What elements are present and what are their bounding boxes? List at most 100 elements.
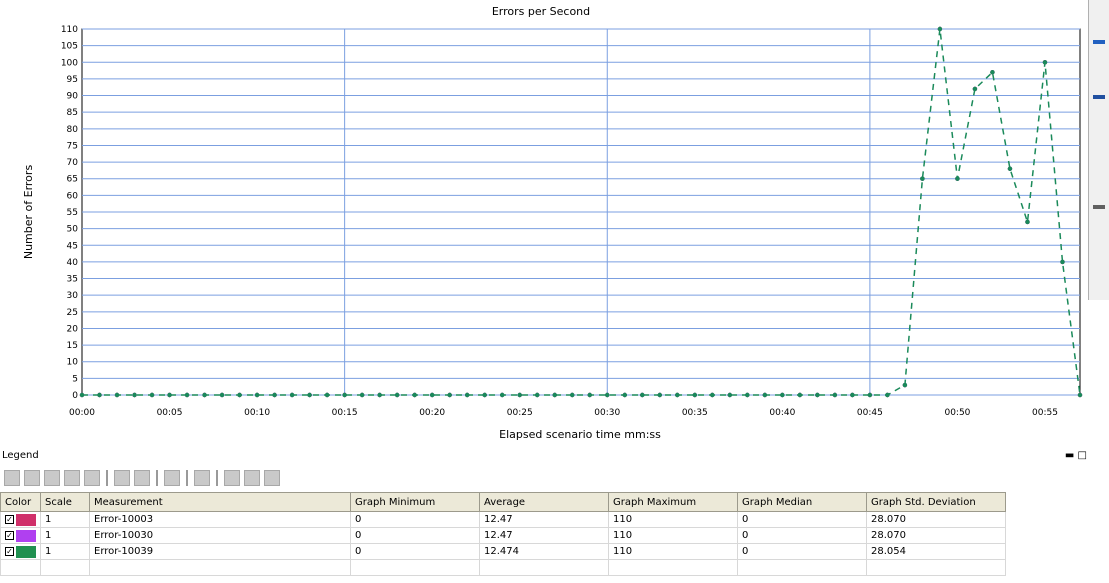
data-point[interactable] <box>132 392 137 398</box>
data-point[interactable] <box>429 392 435 398</box>
data-point[interactable] <box>447 392 452 398</box>
data-point[interactable] <box>867 392 873 398</box>
data-point[interactable] <box>289 392 295 398</box>
data-point[interactable] <box>500 392 505 398</box>
toolbar-button-icon[interactable] <box>24 470 40 486</box>
data-point[interactable] <box>272 392 277 398</box>
toolbar-button-icon[interactable] <box>64 470 80 486</box>
column-header[interactable]: Measurement <box>89 492 351 512</box>
data-point[interactable] <box>710 392 715 398</box>
data-point[interactable] <box>517 392 522 398</box>
data-point[interactable] <box>535 392 540 398</box>
data-point[interactable] <box>377 392 382 398</box>
color-swatch[interactable] <box>16 545 36 558</box>
column-header[interactable]: Average <box>479 492 609 512</box>
right-scrollbar-strip[interactable] <box>1088 0 1109 300</box>
data-point[interactable] <box>412 392 417 398</box>
data-point[interactable] <box>990 70 995 75</box>
toolbar-button-icon[interactable] <box>224 470 240 486</box>
data-point[interactable] <box>727 392 733 398</box>
column-header[interactable]: Scale <box>40 492 90 512</box>
x-tick-label: 00:15 <box>332 408 358 418</box>
data-point[interactable] <box>972 86 978 92</box>
toolbar-button-icon[interactable] <box>4 470 20 486</box>
visibility-checkbox[interactable]: ✓ <box>5 515 14 524</box>
data-point[interactable] <box>464 392 470 398</box>
toolbar-button-icon[interactable] <box>44 470 60 486</box>
median-cell: 0 <box>737 511 867 528</box>
data-point[interactable] <box>937 26 943 32</box>
filter-icon[interactable] <box>84 470 100 486</box>
strip-marker-dark <box>1093 95 1105 99</box>
color-swatch[interactable] <box>16 513 36 526</box>
data-point[interactable] <box>237 392 242 398</box>
data-point[interactable] <box>482 392 487 398</box>
data-point[interactable] <box>219 392 225 398</box>
column-header[interactable]: Graph Minimum <box>350 492 480 512</box>
data-point[interactable] <box>114 392 120 398</box>
data-point[interactable] <box>79 392 85 398</box>
data-point[interactable] <box>605 392 610 398</box>
x-tick-label: 00:45 <box>857 408 883 418</box>
data-point[interactable] <box>359 392 365 398</box>
data-point[interactable] <box>552 392 557 398</box>
y-tick-label: 70 <box>67 158 79 168</box>
toolbar-button-icon[interactable] <box>244 470 260 486</box>
data-point[interactable] <box>675 392 680 398</box>
toolbar-button-icon[interactable] <box>264 470 280 486</box>
std-cell: 28.054 <box>866 543 1006 560</box>
data-point[interactable] <box>342 392 347 398</box>
data-point[interactable] <box>394 392 400 398</box>
data-point[interactable] <box>815 392 820 398</box>
column-header[interactable]: Graph Maximum <box>608 492 738 512</box>
data-point[interactable] <box>97 392 102 398</box>
data-point[interactable] <box>570 392 575 398</box>
data-point[interactable] <box>184 392 190 398</box>
data-point[interactable] <box>640 392 645 398</box>
data-point[interactable] <box>324 392 330 398</box>
scale-cell: 1 <box>40 511 90 528</box>
data-point[interactable] <box>167 392 172 398</box>
data-point[interactable] <box>762 392 768 398</box>
y-tick-label: 0 <box>72 391 78 401</box>
data-point[interactable] <box>149 392 155 398</box>
legend-row[interactable]: ✓ 1 Error-10030 0 12.47 110 0 28.070 <box>0 527 1006 544</box>
toolbar-button-icon[interactable] <box>114 470 130 486</box>
data-point[interactable] <box>885 392 890 398</box>
y-tick-label: 10 <box>67 358 79 368</box>
data-point[interactable] <box>1060 259 1065 265</box>
toolbar-button-icon[interactable] <box>164 470 180 486</box>
data-point[interactable] <box>657 392 662 398</box>
color-swatch[interactable] <box>16 529 36 542</box>
data-point[interactable] <box>902 382 908 388</box>
column-header[interactable]: Graph Median <box>737 492 867 512</box>
data-point[interactable] <box>202 392 207 398</box>
data-point[interactable] <box>1025 219 1030 225</box>
legend-row[interactable]: ✓ 1 Error-10003 0 12.47 110 0 28.070 <box>0 511 1006 528</box>
legend-title: Legend <box>2 450 39 461</box>
data-point[interactable] <box>587 392 592 398</box>
data-point[interactable] <box>797 392 803 398</box>
legend-window-controls[interactable]: ▬ □ <box>1065 450 1087 461</box>
data-point[interactable] <box>955 176 960 181</box>
legend-row[interactable]: ✓ 1 Error-10039 0 12.474 110 0 28.054 <box>0 543 1006 560</box>
data-point[interactable] <box>920 176 925 181</box>
data-point[interactable] <box>1077 392 1083 398</box>
visibility-checkbox[interactable]: ✓ <box>5 531 14 540</box>
visibility-checkbox[interactable]: ✓ <box>5 547 14 556</box>
data-point[interactable] <box>832 392 838 398</box>
data-point[interactable] <box>622 392 627 398</box>
data-point[interactable] <box>307 392 312 398</box>
data-point[interactable] <box>745 392 750 398</box>
data-point[interactable] <box>1042 60 1048 65</box>
data-point[interactable] <box>254 392 260 398</box>
data-point[interactable] <box>780 392 785 398</box>
column-header[interactable]: Color <box>0 492 41 512</box>
min-cell: 0 <box>350 527 480 544</box>
toolbar-button-icon[interactable] <box>194 470 210 486</box>
data-point[interactable] <box>850 392 855 398</box>
data-point[interactable] <box>1007 166 1013 171</box>
data-point[interactable] <box>692 392 698 398</box>
toolbar-button-icon[interactable] <box>134 470 150 486</box>
column-header[interactable]: Graph Std. Deviation <box>866 492 1006 512</box>
